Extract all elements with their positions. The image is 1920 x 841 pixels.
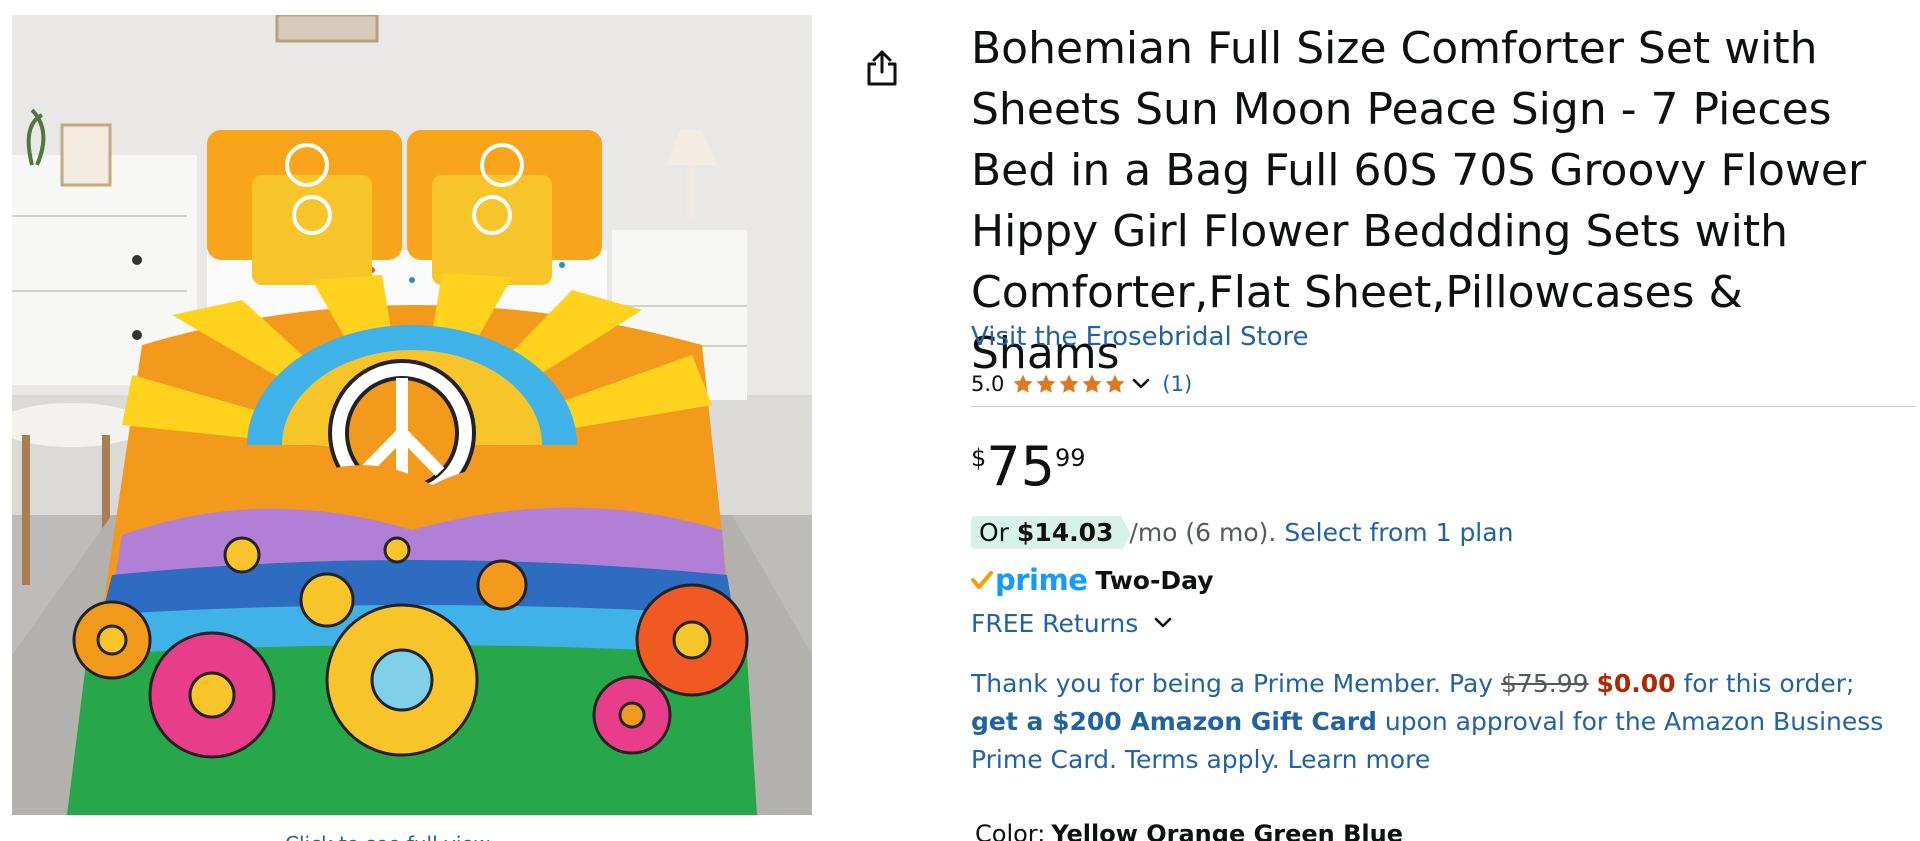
- learn-more-link[interactable]: Learn more: [1288, 745, 1431, 774]
- star-icon: [1036, 374, 1056, 393]
- installment-amount: $14.03: [1016, 517, 1114, 547]
- free-returns-toggle[interactable]: FREE Returns: [971, 605, 1174, 641]
- rating-popover-toggle[interactable]: [1130, 373, 1152, 395]
- select-plan-link[interactable]: Select from 1 plan: [1284, 518, 1513, 547]
- rating-value: 5.0: [971, 372, 1005, 396]
- installment-badge: Or $14.03: [971, 515, 1132, 552]
- share-icon: [867, 50, 897, 86]
- color-label: Color:: [975, 820, 1046, 841]
- comforter-illustration: [12, 15, 812, 815]
- price-symbol: $: [971, 444, 987, 472]
- star-icon: [1013, 374, 1033, 393]
- rating-row: 5.0 (1): [971, 368, 1192, 400]
- promo-lead: Thank you for being a Prime Member. Pay: [971, 669, 1494, 698]
- store-link[interactable]: Visit the Erosebridal Store: [971, 322, 1309, 352]
- promo-old-price: $75.99: [1501, 669, 1589, 698]
- prime-card-promo: Thank you for being a Prime Member. Pay …: [971, 665, 1901, 779]
- divider: [971, 406, 1916, 407]
- delivery-speed: Two-Day: [1095, 565, 1214, 595]
- chevron-down-icon: [1133, 378, 1150, 389]
- promo-new-price: $0.00: [1596, 669, 1676, 698]
- price-fraction: 99: [1055, 444, 1086, 472]
- prime-delivery: prime Two-Day: [971, 560, 1214, 600]
- gift-card-link[interactable]: get a $200 Amazon Gift Card: [971, 707, 1377, 736]
- product-image[interactable]: [12, 15, 812, 815]
- installment-prefix: Or: [979, 517, 1009, 547]
- color-value: Yellow Orange Green Blue: [1051, 820, 1403, 841]
- star-icon: [1105, 374, 1125, 393]
- share-button[interactable]: [862, 46, 902, 90]
- star-rating[interactable]: [1012, 373, 1126, 395]
- image-caption[interactable]: Click to see full view: [285, 832, 490, 841]
- review-count-link[interactable]: (1): [1162, 372, 1192, 396]
- star-icon: [1082, 374, 1102, 393]
- star-icon: [1059, 374, 1079, 393]
- installment-row: Or $14.03 /mo (6 mo). Select from 1 plan: [971, 514, 1513, 552]
- promo-mid: for this order;: [1683, 669, 1855, 698]
- prime-logo: prime: [995, 563, 1088, 597]
- prime-check-icon: [971, 571, 993, 589]
- free-returns-label: FREE Returns: [971, 608, 1139, 638]
- price-whole: 75: [986, 435, 1055, 498]
- color-selection: Color: Yellow Orange Green Blue: [975, 820, 1403, 841]
- chevron-down-icon: [1154, 617, 1172, 628]
- installment-term: /mo (6 mo).: [1129, 517, 1277, 547]
- price: $ 75 99: [971, 436, 1086, 498]
